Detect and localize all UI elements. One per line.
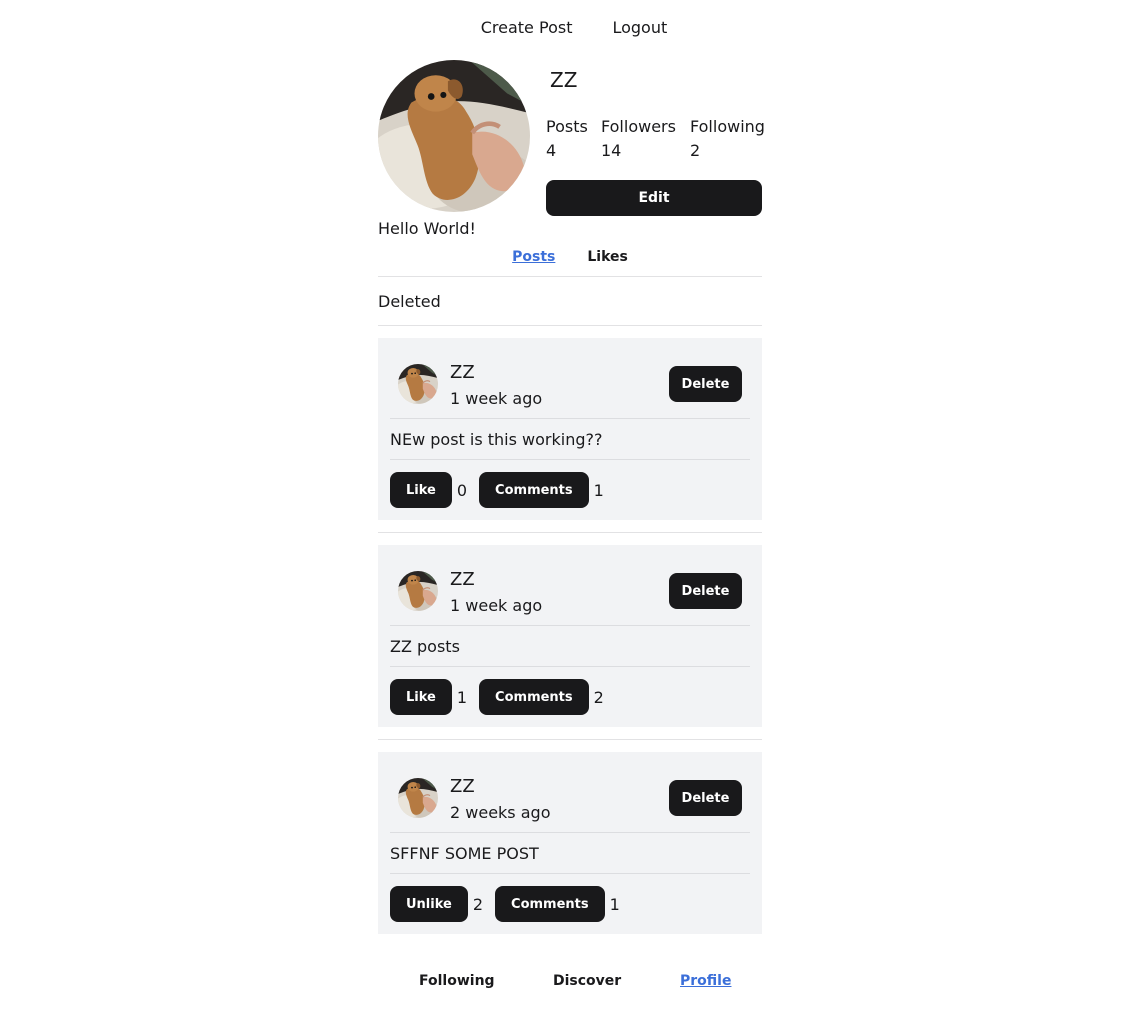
post-card: ZZ 1 week ago Delete NEw post is this wo… xyxy=(378,338,762,520)
nav-profile[interactable]: Profile xyxy=(680,973,731,989)
dog-photo-icon xyxy=(398,778,438,818)
divider xyxy=(390,666,750,667)
avatar xyxy=(398,571,438,611)
top-nav: Create Post Logout xyxy=(0,18,1148,37)
comment-count: 1 xyxy=(609,894,620,914)
post-actions: Like 0 Comments 1 xyxy=(390,472,616,508)
profile-tabs: Posts Likes xyxy=(378,249,762,265)
divider xyxy=(390,873,750,874)
dog-photo-icon xyxy=(398,364,438,404)
divider xyxy=(390,832,750,833)
edit-profile-button[interactable]: Edit xyxy=(546,180,762,216)
post-timestamp: 1 week ago xyxy=(450,596,543,615)
stat-label: Following xyxy=(690,117,765,136)
post-card: ZZ 1 week ago Delete ZZ posts Like 1 Com… xyxy=(378,545,762,727)
create-post-link[interactable]: Create Post xyxy=(481,18,573,37)
like-count: 2 xyxy=(472,894,484,914)
like-button[interactable]: Like xyxy=(390,679,452,715)
delete-post-button[interactable]: Delete xyxy=(669,573,742,609)
stat-value: 2 xyxy=(690,141,701,160)
post-timestamp: 1 week ago xyxy=(450,389,543,408)
post-author[interactable]: ZZ xyxy=(450,362,475,383)
post-author[interactable]: ZZ xyxy=(450,569,475,590)
avatar xyxy=(398,778,438,818)
stat-followers: Followers 14 xyxy=(601,115,690,163)
comments-button[interactable]: Comments xyxy=(495,886,605,922)
nav-discover[interactable]: Discover xyxy=(553,973,621,989)
tab-likes[interactable]: Likes xyxy=(587,249,627,265)
stat-label: Posts xyxy=(546,117,588,136)
profile-username: ZZ xyxy=(550,68,578,92)
logout-link[interactable]: Logout xyxy=(612,18,667,37)
stat-following: Following 2 xyxy=(690,115,770,163)
divider xyxy=(378,325,762,326)
comment-count: 2 xyxy=(593,687,604,707)
profile-bio: Hello World! xyxy=(378,219,476,238)
post-timestamp: 2 weeks ago xyxy=(450,803,551,822)
stat-value: 14 xyxy=(601,141,622,160)
like-count: 1 xyxy=(456,687,468,707)
divider xyxy=(390,625,750,626)
comments-button[interactable]: Comments xyxy=(479,472,589,508)
stat-label: Followers xyxy=(601,117,676,136)
delete-post-button[interactable]: Delete xyxy=(669,780,742,816)
like-count: 0 xyxy=(456,480,468,500)
stat-value: 4 xyxy=(546,141,557,160)
divider xyxy=(390,418,750,419)
nav-following[interactable]: Following xyxy=(419,973,495,989)
divider xyxy=(378,276,762,277)
delete-post-button[interactable]: Delete xyxy=(669,366,742,402)
unlike-button[interactable]: Unlike xyxy=(390,886,468,922)
avatar xyxy=(398,364,438,404)
comments-button[interactable]: Comments xyxy=(479,679,589,715)
post-card: ZZ 2 weeks ago Delete SFFNF SOME POST Un… xyxy=(378,752,762,934)
post-actions: Like 1 Comments 2 xyxy=(390,679,616,715)
post-body: ZZ posts xyxy=(390,637,460,656)
post-body: NEw post is this working?? xyxy=(390,430,603,449)
deleted-label: Deleted xyxy=(378,292,441,311)
stat-posts: Posts 4 xyxy=(546,115,601,163)
dog-photo-icon xyxy=(398,571,438,611)
post-author[interactable]: ZZ xyxy=(450,776,475,797)
dog-photo-icon xyxy=(378,60,530,212)
divider xyxy=(390,459,750,460)
profile-stats: Posts 4 Followers 14 Following 2 xyxy=(546,115,770,163)
comment-count: 1 xyxy=(593,480,604,500)
profile-avatar xyxy=(378,60,530,212)
post-body: SFFNF SOME POST xyxy=(390,844,539,863)
post-actions: Unlike 2 Comments 1 xyxy=(390,886,632,922)
divider xyxy=(378,739,762,740)
divider xyxy=(378,532,762,533)
tab-posts[interactable]: Posts xyxy=(512,249,555,265)
like-button[interactable]: Like xyxy=(390,472,452,508)
